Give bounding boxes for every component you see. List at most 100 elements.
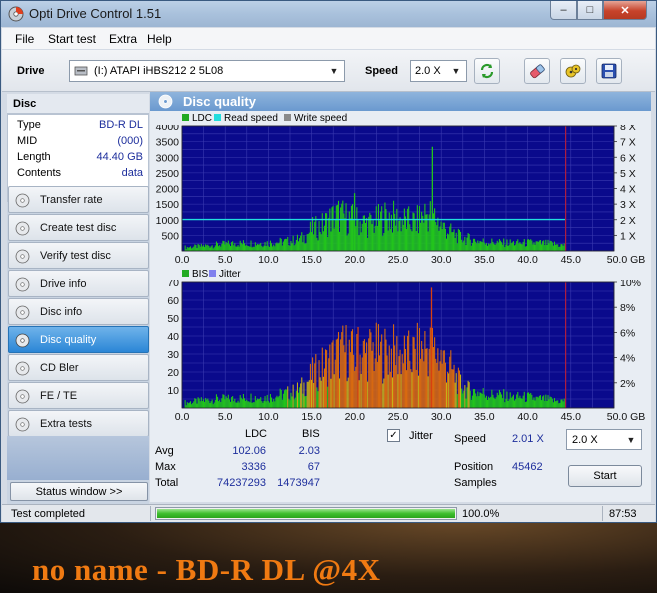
bis-bar bbox=[551, 398, 553, 408]
ldc-spike bbox=[431, 146, 433, 251]
save-button[interactable] bbox=[596, 58, 622, 84]
chevron-down-icon: ▼ bbox=[451, 66, 461, 76]
bis-bar bbox=[209, 403, 211, 408]
bis-bar bbox=[427, 376, 429, 408]
bis-bar bbox=[447, 371, 449, 408]
ldc-bar bbox=[529, 240, 531, 251]
sidebar-item-verify-test-disc[interactable]: Verify test disc bbox=[8, 242, 149, 269]
ldc-bar bbox=[346, 235, 348, 251]
jitter-checkbox[interactable]: ✓ bbox=[387, 429, 400, 442]
ldc-bar bbox=[247, 246, 249, 251]
drive-label: Drive bbox=[17, 65, 45, 77]
avg-bis-value: 2.03 bbox=[298, 445, 320, 457]
disc-icon bbox=[15, 277, 30, 292]
ldc-bar bbox=[442, 222, 444, 251]
sidebar-item-disc-info[interactable]: Disc info bbox=[8, 298, 149, 325]
menu-extra[interactable]: Extra bbox=[109, 32, 137, 46]
bis-bar bbox=[249, 402, 251, 408]
ldc-bar bbox=[424, 203, 426, 251]
bis-bar bbox=[335, 339, 337, 408]
bis-bar bbox=[210, 401, 212, 408]
ldc-bar bbox=[339, 231, 341, 251]
x-tick-label: 50.0 GB bbox=[607, 411, 646, 422]
ldc-bar bbox=[282, 241, 284, 251]
sidebar-item-extra-tests[interactable]: Extra tests bbox=[8, 410, 149, 437]
ldc-bar bbox=[323, 225, 325, 251]
ldc-bar bbox=[384, 202, 386, 251]
bis-bar bbox=[272, 401, 274, 408]
bis-bar bbox=[489, 397, 491, 408]
sidebar-item-drive-info[interactable]: Drive info bbox=[8, 270, 149, 297]
ldc-bar bbox=[357, 219, 359, 251]
ldc-bar bbox=[277, 243, 279, 251]
speed-value: 2.0 X bbox=[415, 65, 441, 77]
status-window-button[interactable]: Status window >> bbox=[10, 482, 148, 501]
drive-select[interactable]: (I:) ATAPI iHBS212 2 5L08 ▼ bbox=[69, 60, 345, 82]
bis-bar bbox=[563, 398, 565, 408]
bis-bar bbox=[384, 328, 386, 408]
sidebar-item-disc-quality[interactable]: Disc quality bbox=[8, 326, 149, 353]
ldc-bar bbox=[556, 244, 558, 251]
ldc-bar bbox=[315, 216, 317, 251]
ldc-bar bbox=[356, 207, 358, 251]
bis-bar bbox=[240, 397, 242, 408]
x-tick-label: 30.0 bbox=[431, 254, 452, 265]
burn-button[interactable] bbox=[560, 58, 586, 84]
ldc-bar bbox=[208, 245, 210, 251]
menu-file[interactable]: File bbox=[15, 32, 34, 46]
bis-bar bbox=[469, 390, 471, 408]
bis-bar bbox=[538, 395, 540, 408]
x-tick-label: 10.0 bbox=[258, 254, 279, 265]
ldc-bar bbox=[269, 240, 271, 251]
ldc-bar bbox=[435, 222, 437, 251]
y-tick-label: 30 bbox=[167, 349, 179, 361]
bis-bar bbox=[547, 395, 549, 408]
ldc-bar bbox=[475, 241, 477, 251]
sidebar-item-cd-bler[interactable]: CD Bler bbox=[8, 354, 149, 381]
bis-bar bbox=[283, 390, 286, 408]
close-button[interactable]: ✕ bbox=[603, 1, 647, 20]
bis-bar bbox=[472, 389, 475, 408]
bis-bar bbox=[374, 358, 376, 408]
ldc-bar bbox=[309, 221, 311, 251]
start-button[interactable]: Start bbox=[568, 465, 642, 487]
menu-start-test[interactable]: Start test bbox=[48, 32, 96, 46]
ldc-bar bbox=[297, 241, 300, 251]
refresh-button[interactable] bbox=[474, 58, 500, 84]
bis-bar bbox=[306, 381, 308, 408]
bis-bar bbox=[233, 401, 235, 408]
bis-bar bbox=[268, 402, 270, 408]
ldc-bar bbox=[268, 246, 270, 251]
x-tick-label: 15.0 bbox=[301, 254, 322, 265]
ldc-bar bbox=[555, 244, 557, 251]
ldc-bar bbox=[321, 213, 323, 251]
erase-button[interactable] bbox=[524, 58, 550, 84]
bis-bar bbox=[227, 394, 229, 408]
ldc-bar bbox=[519, 242, 521, 251]
x-tick-label: 5.0 bbox=[218, 411, 233, 422]
menu-help[interactable]: Help bbox=[147, 32, 172, 46]
sidebar-item-fe-te[interactable]: FE / TE bbox=[8, 382, 149, 409]
ldc-bar bbox=[222, 240, 224, 251]
y-tick-label: 2000 bbox=[156, 184, 180, 196]
sidebar-item-create-test-disc[interactable]: Create test disc bbox=[8, 214, 149, 241]
bis-bar bbox=[300, 383, 302, 408]
bis-bar bbox=[380, 341, 382, 408]
sidebar-item-transfer-rate[interactable]: Transfer rate bbox=[8, 186, 149, 213]
ldc-bar bbox=[468, 234, 470, 251]
speed-select-2[interactable]: 2.0 X ▼ bbox=[566, 429, 642, 450]
ldc-bar bbox=[495, 243, 497, 251]
ldc-bar bbox=[486, 245, 489, 251]
bis-bar bbox=[457, 367, 459, 408]
bis-bar bbox=[309, 363, 311, 408]
maximize-button[interactable]: □ bbox=[577, 1, 603, 20]
bis-bar bbox=[276, 395, 278, 408]
ldc-bar bbox=[421, 211, 423, 251]
minimize-button[interactable]: – bbox=[550, 1, 577, 20]
bis-bar bbox=[382, 383, 384, 408]
title-bar[interactable]: Opti Drive Control 1.51 – □ ✕ bbox=[1, 1, 656, 27]
bis-bar bbox=[464, 385, 466, 408]
ldc-bar bbox=[399, 217, 401, 251]
ldc-bar bbox=[211, 245, 213, 251]
speed-select[interactable]: 2.0 X ▼ bbox=[410, 60, 467, 82]
